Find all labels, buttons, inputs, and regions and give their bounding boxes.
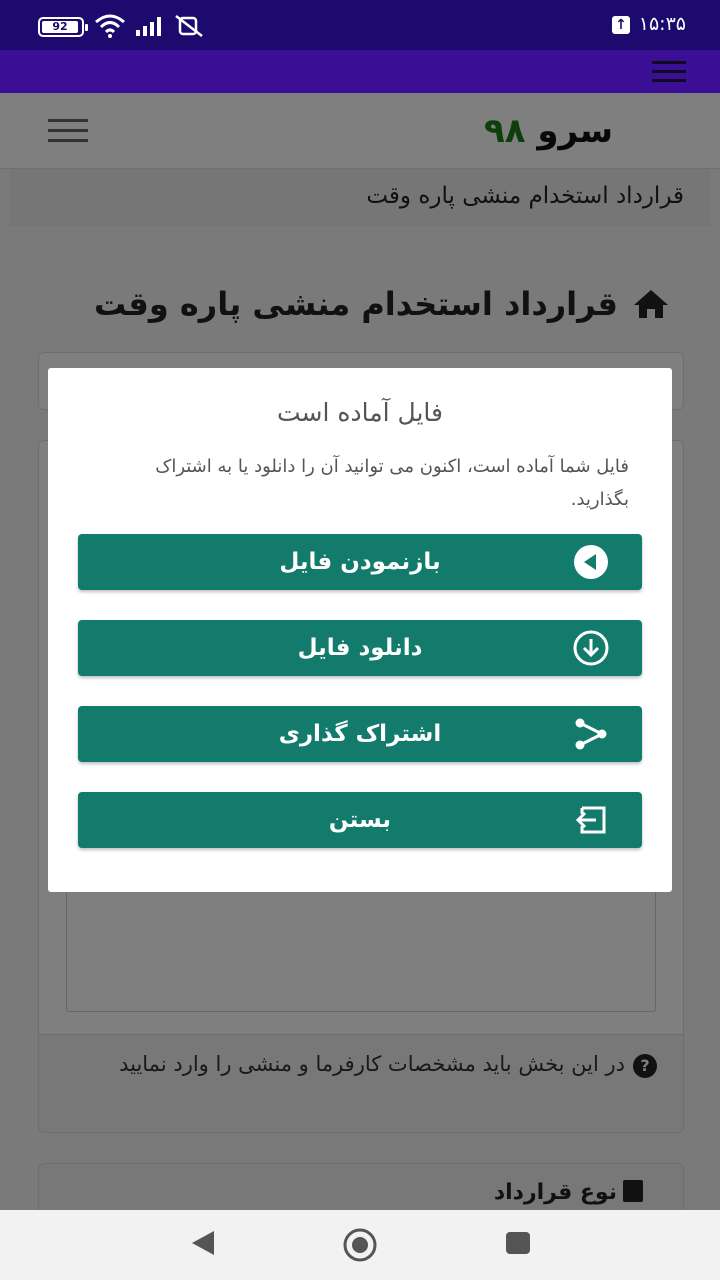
mute-icon [175, 15, 203, 37]
close-label: بستن [328, 807, 392, 833]
file-ready-dialog: فایل آماده است فایل شما آماده است، اکنون… [48, 368, 672, 892]
share-icon [575, 718, 607, 750]
wifi-icon [95, 14, 125, 38]
back-icon[interactable] [188, 1228, 218, 1258]
system-navigation-bar [0, 1210, 720, 1280]
dialog-message: فایل شما آماده است، اکنون می توانید آن ر… [155, 456, 629, 510]
status-time: ۱۵:۳۵ [638, 13, 686, 35]
upload-icon: ↑ [612, 16, 630, 34]
close-button[interactable]: بستن [78, 792, 642, 848]
share-button[interactable]: اشتراک گذاری [78, 706, 642, 762]
download-button[interactable]: دانلود فایل [78, 620, 642, 676]
open-file-icon [574, 545, 608, 579]
download-label: دانلود فایل [297, 635, 423, 661]
dialog-title: فایل آماده است [277, 398, 443, 427]
recents-icon[interactable] [503, 1228, 533, 1258]
share-label: اشتراک گذاری [278, 721, 442, 747]
open-file-button[interactable]: بازنمودن فایل [78, 534, 642, 590]
signal-icon [136, 17, 161, 36]
app-bar [0, 50, 720, 93]
home-nav-icon[interactable] [341, 1228, 379, 1262]
status-bar: 92 ↑ ۱۵:۳۵ [0, 0, 720, 50]
open-file-label: بازنمودن فایل [279, 549, 441, 575]
battery-level: 92 [42, 21, 78, 33]
download-icon [573, 630, 609, 666]
battery-icon: 92 [38, 17, 88, 37]
exit-icon [575, 806, 606, 834]
hamburger-icon[interactable] [652, 61, 686, 88]
